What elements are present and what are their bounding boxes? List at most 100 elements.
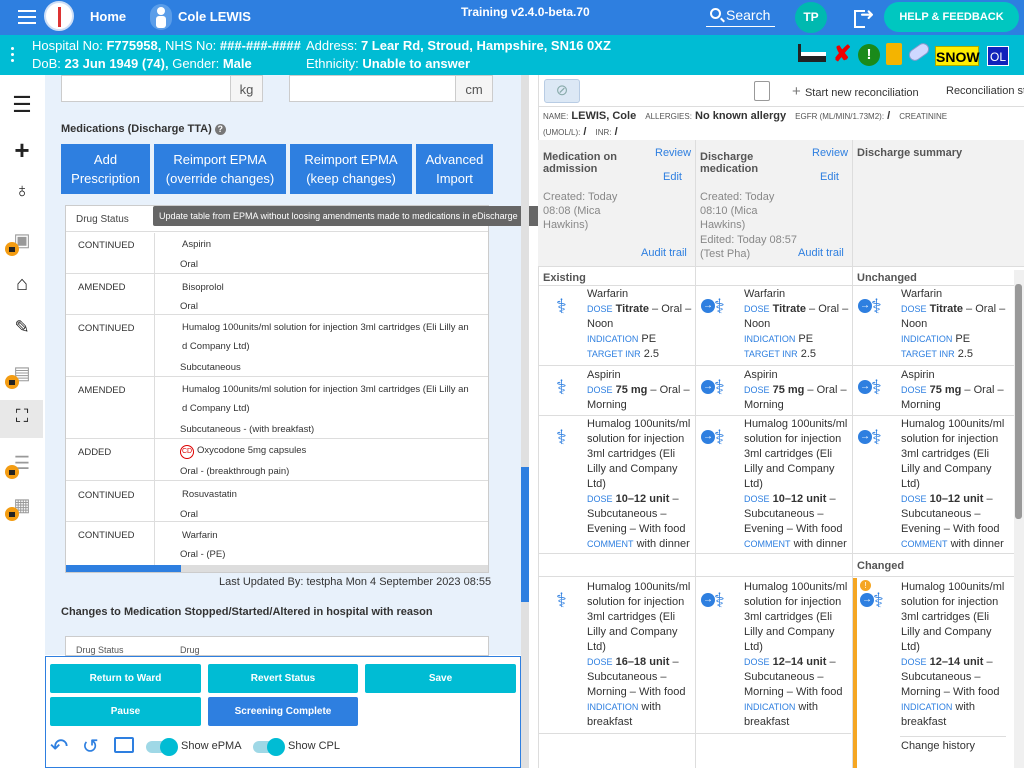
carry-forward-icon[interactable]: → bbox=[701, 380, 715, 394]
more-vert-icon[interactable] bbox=[11, 47, 15, 63]
divider bbox=[538, 553, 1014, 554]
summary-aspirin[interactable]: Aspirin DOSE 75 mg – Oral – Morning bbox=[901, 368, 1011, 413]
show-cpl-label: Show CPL bbox=[288, 740, 340, 752]
changed-label: Changed bbox=[857, 560, 905, 572]
menu-icon[interactable] bbox=[18, 10, 36, 24]
admission-aspirin[interactable]: Aspirin DOSE 75 mg – Oral – Morning bbox=[587, 368, 692, 413]
table-row[interactable]: CONTINUED Humalog 100units/ml solution f… bbox=[66, 315, 488, 377]
left-pane-scrollbar[interactable] bbox=[521, 75, 529, 768]
table-row[interactable]: ADDED CD Oxycodone 5mg capsules Oral - (b… bbox=[66, 439, 488, 481]
discharge-column-title: Discharge medication bbox=[700, 151, 759, 175]
weight-input[interactable] bbox=[61, 75, 231, 102]
checklist-icon[interactable]: ☰ bbox=[5, 453, 35, 479]
carry-forward-icon[interactable]: → bbox=[701, 430, 715, 444]
change-history-label[interactable]: Change history bbox=[901, 739, 975, 754]
add-document-icon[interactable] bbox=[754, 81, 770, 101]
carry-forward-icon[interactable]: → bbox=[858, 380, 872, 394]
admission-audit-link[interactable]: Audit trail bbox=[641, 247, 687, 259]
table-row[interactable]: AMENDED Humalog 100units/ml solution for… bbox=[66, 377, 488, 439]
changes-table-header: Drug Status Drug bbox=[65, 636, 489, 656]
add-icon[interactable]: + bbox=[9, 135, 35, 165]
reimport-override-button[interactable]: Reimport EPMA (override changes) bbox=[154, 144, 286, 194]
discharge-audit-link[interactable]: Audit trail bbox=[798, 247, 844, 259]
print-icon[interactable] bbox=[114, 737, 134, 753]
medication-icon bbox=[871, 425, 893, 450]
admission-warfarin[interactable]: Warfarin DOSE Titrate – Oral – Noon INDI… bbox=[587, 287, 692, 362]
start-reconciliation-button[interactable]: + Start new reconciliation bbox=[792, 83, 919, 100]
help-icon[interactable]: ? bbox=[214, 124, 226, 135]
divider bbox=[538, 106, 1024, 107]
return-to-ward-button[interactable]: Return to Ward bbox=[50, 664, 201, 693]
alert-x-icon[interactable]: ✘ bbox=[833, 41, 851, 67]
discharge-icon[interactable]: ⛶ bbox=[9, 406, 35, 432]
show-epma-toggle[interactable] bbox=[146, 738, 178, 756]
carry-forward-icon[interactable]: → bbox=[701, 299, 715, 313]
carry-forward-icon[interactable]: → bbox=[858, 299, 872, 313]
revert-status-button[interactable]: Revert Status bbox=[208, 664, 358, 693]
search-button[interactable]: Search bbox=[706, 4, 775, 27]
stethoscope-icon[interactable]: ♁ bbox=[9, 180, 35, 206]
warning-icon[interactable]: ! bbox=[858, 44, 880, 66]
carry-forward-icon[interactable]: → bbox=[701, 593, 715, 607]
logout-icon[interactable] bbox=[854, 5, 876, 28]
lock-icon bbox=[5, 375, 19, 389]
lock-icon bbox=[5, 465, 19, 479]
summary-humalog[interactable]: Humalog 100units/ml solution for injecti… bbox=[901, 417, 1011, 552]
medication-icon bbox=[714, 294, 736, 319]
search-icon bbox=[710, 8, 721, 19]
reconciliation-status-tab[interactable]: Reconciliation st bbox=[946, 85, 1024, 97]
patient-name[interactable]: Cole LEWIS bbox=[178, 9, 251, 24]
screening-complete-button[interactable]: Screening Complete bbox=[208, 697, 358, 726]
home-medical-icon[interactable]: ⌂ bbox=[9, 273, 35, 299]
home-link[interactable]: Home bbox=[90, 9, 126, 24]
carry-forward-icon[interactable]: → bbox=[858, 430, 872, 444]
discharge-created: Created: Today 08:10 (Mica Hawkins) bbox=[700, 191, 775, 231]
user-avatar[interactable]: TP bbox=[795, 2, 827, 33]
table-row[interactable]: CONTINUED Rosuvastatin Oral bbox=[66, 481, 488, 522]
medication-icon bbox=[714, 375, 736, 400]
discharge-humalog-changed[interactable]: Humalog 100units/ml solution for injecti… bbox=[744, 580, 850, 730]
discharge-humalog[interactable]: Humalog 100units/ml solution for injecti… bbox=[744, 417, 850, 552]
history-icon[interactable]: ↺ bbox=[82, 734, 99, 759]
snow-badge[interactable]: SNOW bbox=[935, 46, 980, 66]
save-button[interactable]: Save bbox=[365, 664, 516, 693]
discharge-review-link[interactable]: Review bbox=[812, 147, 848, 159]
admission-humalog-changed[interactable]: Humalog 100units/ml solution for injecti… bbox=[587, 580, 693, 730]
pause-button[interactable]: Pause bbox=[50, 697, 201, 726]
summary-humalog-changed[interactable]: Humalog 100units/ml solution for injecti… bbox=[901, 580, 1011, 730]
clipboard-list-icon[interactable]: ▤ bbox=[5, 363, 35, 389]
right-pane-scrollbar[interactable] bbox=[1014, 270, 1024, 768]
help-feedback-button[interactable]: HELP & FEEDBACK bbox=[884, 2, 1019, 32]
discharge-warfarin[interactable]: Warfarin DOSE Titrate – Oral – Noon INDI… bbox=[744, 287, 849, 362]
report-icon[interactable]: ▦ bbox=[5, 495, 35, 521]
add-prescription-button[interactable]: Add Prescription bbox=[61, 144, 150, 194]
existing-label: Existing bbox=[543, 272, 586, 284]
bed-icon[interactable] bbox=[798, 44, 828, 62]
list-icon[interactable]: ☰ bbox=[9, 92, 35, 118]
show-cpl-toggle[interactable] bbox=[253, 738, 285, 756]
discharge-aspirin[interactable]: Aspirin DOSE 75 mg – Oral – Morning bbox=[744, 368, 849, 413]
medication-icon bbox=[556, 588, 578, 613]
camera-icon[interactable]: ▣ bbox=[5, 230, 35, 256]
unlink-icon[interactable]: ⊘ bbox=[544, 79, 580, 103]
admission-edit-link[interactable]: Edit bbox=[663, 171, 682, 183]
advanced-import-button[interactable]: Advanced Import bbox=[416, 144, 493, 194]
edit-document-icon[interactable]: ✎ bbox=[9, 317, 35, 343]
discharge-edit-link[interactable]: Edit bbox=[820, 171, 839, 183]
changed-indicator bbox=[853, 578, 857, 768]
admission-humalog[interactable]: Humalog 100units/ml solution for injecti… bbox=[587, 417, 693, 552]
ol-badge[interactable]: OL bbox=[987, 46, 1009, 66]
reimport-keep-button[interactable]: Reimport EPMA (keep changes) bbox=[290, 144, 412, 194]
table-row[interactable]: CONTINUED Warfarin Oral - (PE) bbox=[66, 522, 488, 565]
table-row[interactable]: AMENDED Bisoprolol Oral bbox=[66, 274, 488, 315]
undo-icon[interactable]: ↶ bbox=[50, 734, 68, 760]
clipboard-icon[interactable] bbox=[886, 43, 902, 65]
admission-review-link[interactable]: Review bbox=[655, 147, 691, 159]
height-input[interactable] bbox=[289, 75, 456, 102]
table-row[interactable]: CONTINUED Aspirin Oral bbox=[66, 233, 488, 274]
changes-section-title: Changes to Medication Stopped/Started/Al… bbox=[61, 606, 433, 618]
summary-warfarin[interactable]: Warfarin DOSE Titrate – Oral – Noon INDI… bbox=[901, 287, 1011, 362]
reimport-tooltip: Update table from EPMA without loosing a… bbox=[153, 206, 547, 226]
table-horizontal-scrollbar[interactable] bbox=[66, 565, 488, 572]
carry-forward-icon[interactable]: → bbox=[860, 593, 874, 607]
